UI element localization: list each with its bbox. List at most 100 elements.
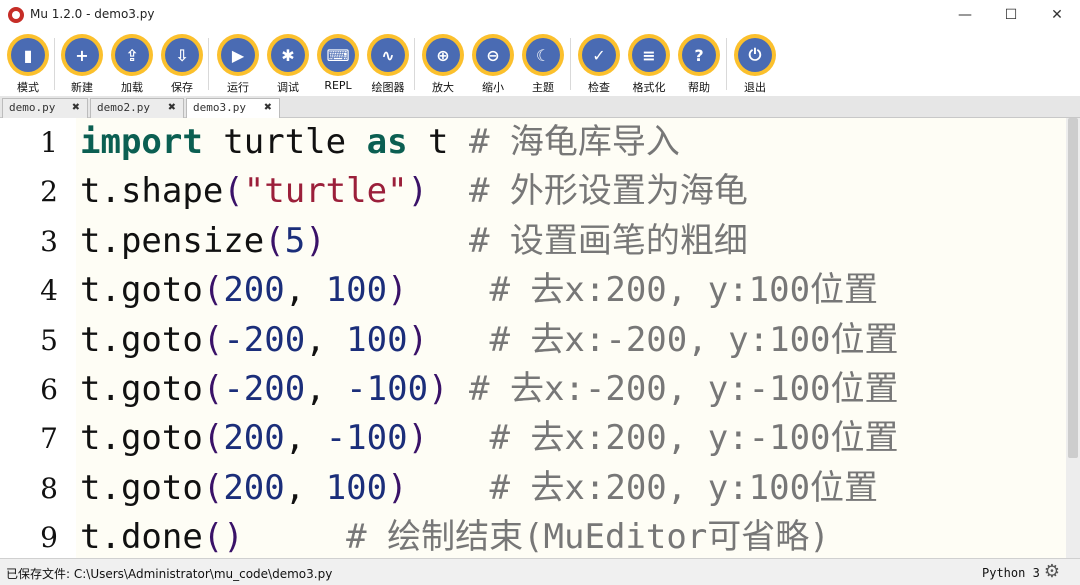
tab-label: demo2.py [97,101,150,114]
debug-icon: ✱ [271,38,305,72]
code-token-num: 200 [223,467,285,508]
tab-demo3[interactable]: demo3.py ✖ [186,98,280,119]
button-ring: ⊕ [422,34,464,76]
code-token-paren: ( [202,319,224,360]
toolbar-button[interactable]: ⇪ 加载 [107,34,157,94]
code-token-comment: # 设置画笔的粗细 [468,220,748,261]
keyboard-icon: ⌨ [321,38,355,72]
button-ring: ⌨ [317,34,359,76]
toolbar-button[interactable]: ✓ 检查 [574,34,624,94]
gear-icon[interactable]: ⚙ [1042,562,1062,582]
code-editor[interactable]: 123456789 import turtle as t # 海龟库导入 t.sh… [0,118,1066,558]
code-token-comment: # 去x:200, y:100位置 [489,270,879,311]
line-number: 7 [40,422,58,456]
code-token-paren: ( [202,270,224,311]
code-token-comment: # 绘制结束(MuEditor可省略) [346,517,830,558]
tab-demo2[interactable]: demo2.py ✖ [90,98,184,118]
toolbar: ▮ 模式 + 新建 ⇪ 加载 ⇩ 保存 ▶ 运行 ✱ 调试 ⌨ REPL ∿ 绘图器 ⊕ 放大 ⊖ 缩小 ☾ 主题 ✓ 检查 ≡… [0,30,1080,96]
code-token-paren: ) [305,220,326,261]
mode-indicator[interactable]: Python 3 [982,566,1040,580]
code-token-comment: # 海龟库导入 [468,122,680,162]
toolbar-button[interactable]: ⏻ 退出 [730,34,780,94]
code-token-num: -100 [346,369,429,409]
code-token-paren: ( [223,171,244,212]
maximize-button[interactable]: ☐ [988,0,1034,30]
code-token-comment: # 外形设置为海龟 [468,171,748,212]
button-ring: ▶ [217,34,259,76]
code-token-paren: () [202,517,244,558]
code-line[interactable]: t.shape("turtle") # 外形设置为海龟 [80,167,748,216]
code-line[interactable]: t.done() # 绘制结束(MuEditor可省略) [80,513,830,562]
close-tab-icon[interactable]: ✖ [69,99,83,117]
button-ring: ▮ [7,34,49,76]
toolbar-button[interactable]: ✱ 调试 [263,34,313,94]
code-token-paren: ( [202,418,224,459]
toolbar-button[interactable]: ⊖ 缩小 [468,34,518,94]
button-ring: + [61,34,103,76]
code-token-paren: ( [264,220,285,261]
line-number-gutter: 1 2 3 4 5 6 7 8 9 [0,118,76,558]
close-window-button[interactable]: ✕ [1034,0,1080,30]
line-number: 3 [40,224,58,258]
line-number: 8 [40,471,58,505]
code-token-plain: turtle [202,122,367,162]
code-token-num: -200 [223,319,306,360]
button-ring: ∿ [367,34,409,76]
button-ring: ⏻ [734,34,776,76]
button-ring: ⇩ [161,34,203,76]
code-token-plain: t.shape [80,171,224,212]
line-number: 1 [40,126,58,159]
toolbar-button[interactable]: ▶ 运行 [213,34,263,94]
title-bar: Mu 1.2.0 - demo3.py — ☐ ✕ [0,0,1080,30]
button-ring: ? [678,34,720,76]
minimize-button[interactable]: — [942,0,988,30]
toolbar-button[interactable]: ▮ 模式 [3,34,53,94]
line-number: 2 [40,175,58,209]
code-token-plain: t.pensize [80,220,265,261]
code-token-num: -100 [325,418,408,459]
toolbar-button[interactable]: ⌨ REPL [313,34,363,94]
format-icon: ≡ [632,38,666,72]
new-icon: + [65,38,99,72]
status-message: 已保存文件: C:\Users\Administrator\mu_code\de… [6,567,333,581]
close-tab-icon[interactable]: ✖ [165,99,179,117]
tab-label: demo.py [9,101,56,114]
scrollbar-thumb[interactable] [1068,118,1078,458]
code-line[interactable]: t.goto(-200, -100) # 去x:-200, y:-100位置 [80,365,899,414]
code-line[interactable]: import turtle as t # 海龟库导入 [80,118,680,167]
mode-icon: ▮ [11,38,45,72]
tab-demo[interactable]: demo.py ✖ [2,98,88,118]
status-bar: 已保存文件: C:\Users\Administrator\mu_code\de… [0,558,1080,585]
toolbar-button[interactable]: + 新建 [57,34,107,94]
code-token-paren: ) [407,171,429,212]
code-line[interactable]: t.goto(-200, 100) # 去x:-200, y:100位置 [80,316,899,365]
close-tab-icon[interactable]: ✖ [261,99,275,117]
code-token-paren: ) [428,369,449,409]
toolbar-button[interactable]: ⇩ 保存 [157,34,207,94]
button-ring: ≡ [628,34,670,76]
code-token-paren: ) [387,270,408,311]
code-line[interactable]: t.goto(200, -100) # 去x:200, y:-100位置 [80,414,899,463]
toolbar-button[interactable]: ☾ 主题 [518,34,568,94]
vertical-scrollbar[interactable] [1066,118,1080,558]
toolbar-button[interactable]: ? 帮助 [674,34,724,94]
code-token-plain: t.goto [80,467,203,508]
code-token-plain: , [284,418,326,459]
toolbar-button[interactable]: ≡ 格式化 [624,34,674,94]
button-ring: ⊖ [472,34,514,76]
toolbar-button-label: 保存 [171,81,193,94]
toolbar-button[interactable]: ∿ 绘图器 [363,34,413,94]
code-token-plain: t.goto [80,270,203,311]
code-line[interactable]: t.pensize(5) # 设置画笔的粗细 [80,217,748,266]
code-line[interactable]: t.goto(200, 100) # 去x:200, y:100位置 [80,266,878,315]
code-token-paren: ) [407,319,429,360]
code-line[interactable]: t.goto(200, 100) # 去x:200, y:100位置 [80,464,878,513]
moon-icon: ☾ [526,38,560,72]
code-token-num: 5 [284,220,306,261]
code-token-paren: ) [387,467,408,508]
code-token-comment: # 去x:-200, y:100位置 [489,319,899,360]
toolbar-button[interactable]: ⊕ 放大 [418,34,468,94]
